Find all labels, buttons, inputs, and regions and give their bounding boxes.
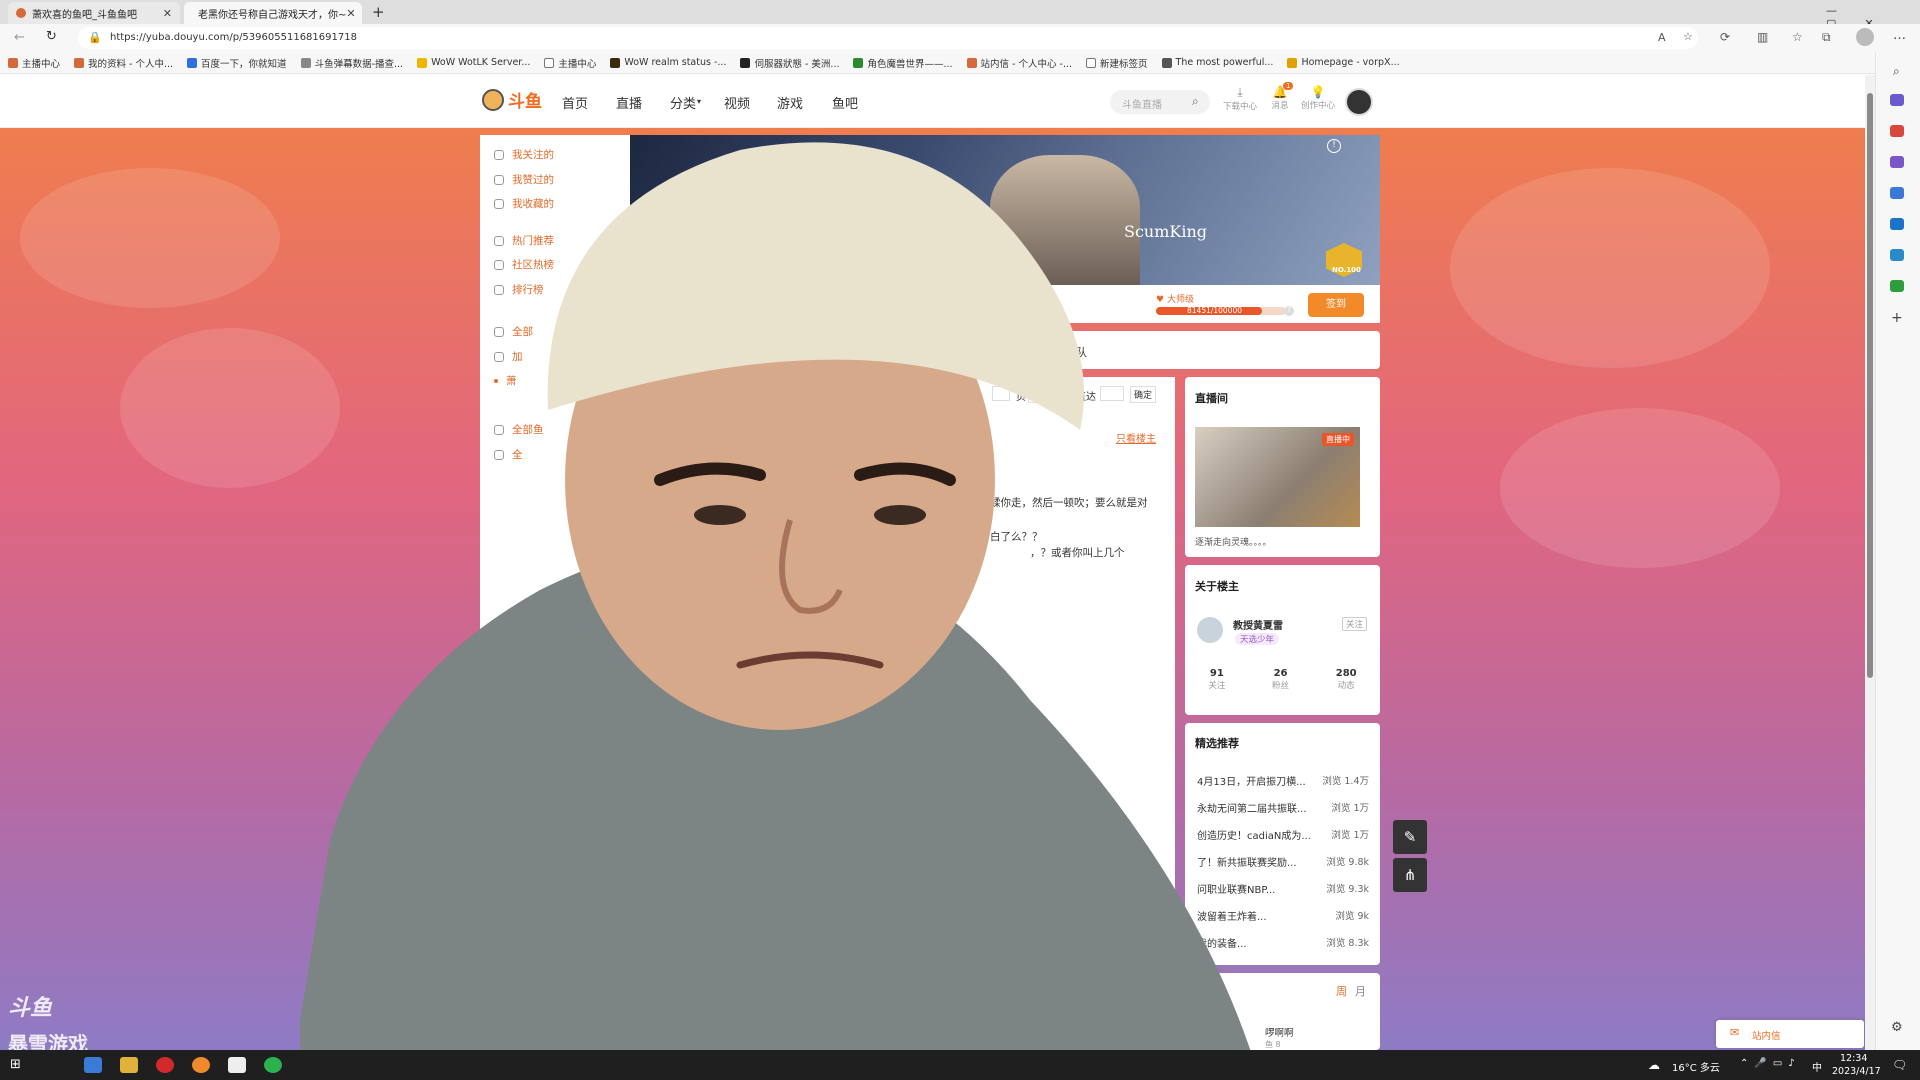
browser-tab-bar: 萧欢喜的鱼吧_斗鱼鱼吧 ✕ 老黑你还号称自己游戏天才，你~ ✕ + —▢✕ — [0, 0, 1920, 30]
bookmark-item[interactable]: 主播中心 — [544, 56, 596, 70]
download-icon: ⤓ — [1237, 85, 1243, 99]
app-icon[interactable] — [228, 1057, 246, 1073]
bookmark-item[interactable]: 斗鱼弹幕数据-播查... — [300, 56, 403, 70]
netease-music-icon[interactable] — [156, 1057, 174, 1073]
tab-title: 老黑你还号称自己游戏天才，你~ — [198, 9, 347, 21]
inbox-widget[interactable]: ✉ 站内信 — [1716, 1020, 1864, 1048]
bookmark-item[interactable]: 新建标签页 — [1086, 56, 1148, 70]
scrollbar-thumb[interactable] — [1867, 93, 1873, 678]
creator-center-button[interactable]: 💡 创作中心 — [1298, 85, 1338, 111]
douyu-favicon-icon — [16, 8, 26, 18]
nav-game[interactable]: 游戏 — [777, 93, 803, 112]
streamer-eye — [694, 505, 746, 525]
address-bar-row: ← ↻ 🔒 https://yuba.douyu.com/p/539605511… — [0, 24, 1920, 52]
clock-date[interactable]: 2023/4/17 — [1832, 1066, 1881, 1077]
lock-icon: 🔒 — [88, 31, 102, 44]
send-icon[interactable] — [1890, 249, 1904, 261]
browser-tab-active[interactable]: 老黑你还号称自己游戏天才，你~ ✕ — [184, 2, 362, 24]
nav-home[interactable]: 首页 — [562, 93, 588, 112]
collections-icon[interactable]: ⧉ — [1822, 30, 1831, 45]
page-scrollbar[interactable] — [1865, 75, 1875, 1050]
search-icon[interactable]: ⌕ — [1893, 64, 1900, 79]
people-icon[interactable] — [1890, 156, 1904, 168]
bookmark-item[interactable]: 主播中心 — [8, 56, 60, 70]
windows-taskbar: ⊞ ☁ 16°C 多云 ⌃🎤▭♪ 中 12:34 2023/4/17 🗨 — [0, 1050, 1920, 1080]
messages-button[interactable]: 🔔 消息 1 — [1266, 82, 1294, 111]
edit-post-button[interactable]: ✎ — [1393, 820, 1427, 854]
webcam-overlay — [300, 142, 1260, 1080]
gear-icon[interactable]: ⚙ — [1891, 1020, 1903, 1035]
more-menu-icon[interactable]: … — [1893, 28, 1906, 43]
share-button[interactable]: ⋔ — [1393, 858, 1427, 892]
clock-time[interactable]: 12:34 — [1840, 1053, 1867, 1064]
edit-icon: ✎ — [1403, 828, 1417, 846]
app-icon[interactable] — [192, 1057, 210, 1073]
split-screen-icon[interactable]: ▥ — [1757, 30, 1768, 44]
tree-icon[interactable] — [1890, 280, 1904, 292]
background-cloud — [20, 168, 280, 308]
read-aloud-icon[interactable]: A — [1658, 31, 1666, 44]
user-avatar[interactable] — [1345, 88, 1373, 116]
inbox-label: 站内信 — [1752, 1031, 1781, 1042]
download-center-button[interactable]: ⤓ 下载中心 — [1222, 85, 1258, 112]
refresh-icon[interactable]: ↻ — [46, 29, 57, 44]
weather-icon: ☁ — [1648, 1058, 1660, 1072]
nav-video[interactable]: 视频 — [724, 93, 750, 112]
add-icon[interactable]: + — [1891, 310, 1903, 326]
douyu-logo-icon — [482, 88, 504, 111]
chevron-down-icon: ▾ — [697, 97, 702, 106]
browser-taskbar-icon[interactable] — [84, 1057, 102, 1073]
file-explorer-icon[interactable] — [120, 1057, 138, 1073]
bookmark-item[interactable]: 百度一下，你就知道 — [187, 56, 287, 70]
windows-start-icon[interactable]: ⊞ — [10, 1057, 21, 1072]
bookmark-item[interactable]: WoW WotLK Server... — [417, 57, 530, 68]
bookmarks-bar: 主播中心 我的资料 - 个人中... 百度一下，你就知道 斗鱼弹幕数据-播查..… — [0, 52, 1920, 74]
background-cloud — [1450, 168, 1770, 368]
weather-text[interactable]: 16°C 多云 — [1672, 1059, 1720, 1074]
share-icon: ⋔ — [1403, 866, 1417, 884]
nav-yuba[interactable]: 鱼吧 — [832, 93, 858, 112]
search-icon[interactable]: ⌕ — [1192, 94, 1199, 109]
tray-icons[interactable]: ⌃🎤▭♪ — [1740, 1058, 1801, 1069]
notification-icon[interactable]: 🗨 — [1892, 1058, 1907, 1072]
url-text: https://yuba.douyu.com/p/539605511681691… — [110, 32, 357, 43]
nav-category[interactable]: 分类 — [670, 93, 696, 112]
favorite-star-icon[interactable]: ☆ — [1683, 30, 1693, 43]
bookmark-item[interactable]: 站内信 - 个人中心 -... — [966, 56, 1072, 70]
close-tab-icon[interactable]: ✕ — [163, 7, 172, 20]
bookmark-item[interactable]: The most powerful... — [1161, 57, 1273, 68]
profile-avatar-icon[interactable] — [1856, 28, 1874, 46]
browser-sidebar: ⌕ + ⚙ — [1875, 52, 1920, 1050]
tag-icon[interactable] — [1890, 94, 1904, 106]
site-logo[interactable]: 斗鱼 — [482, 87, 542, 112]
extensions-icon[interactable]: ⟳ — [1720, 30, 1730, 44]
address-field[interactable]: 🔒 https://yuba.douyu.com/p/5396055116816… — [78, 27, 1698, 49]
bookmark-item[interactable]: Homepage - vorpX... — [1287, 57, 1400, 68]
office-icon[interactable] — [1890, 187, 1904, 199]
mail-icon: ✉ — [1730, 1026, 1740, 1039]
bookmark-item[interactable]: 角色魔兽世界——... — [853, 56, 953, 70]
nav-live[interactable]: 直播 — [616, 93, 642, 112]
tab-title: 萧欢喜的鱼吧_斗鱼鱼吧 — [32, 9, 137, 21]
bookmark-item[interactable]: WoW realm status -... — [610, 57, 726, 68]
background-cloud — [1500, 408, 1780, 568]
bulb-icon: 💡 — [1310, 85, 1326, 99]
favorites-icon[interactable]: ☆ — [1792, 30, 1803, 44]
new-tab-icon[interactable]: + — [372, 3, 385, 21]
bookmark-item[interactable]: 伺服器狀態 - 美洲... — [740, 56, 839, 70]
bookmark-item[interactable]: 我的资料 - 个人中... — [74, 56, 173, 70]
browser-tab[interactable]: 萧欢喜的鱼吧_斗鱼鱼吧 ✕ — [8, 2, 180, 24]
toolbox-icon[interactable] — [1890, 125, 1904, 137]
wechat-icon[interactable] — [264, 1057, 282, 1073]
outlook-icon[interactable] — [1890, 218, 1904, 230]
back-icon[interactable]: ← — [14, 30, 25, 45]
streamer-eye — [874, 505, 926, 525]
ime-indicator[interactable]: 中 — [1812, 1059, 1822, 1074]
close-tab-icon[interactable]: ✕ — [346, 7, 355, 20]
site-search-input[interactable]: 斗鱼直播 ⌕ — [1110, 90, 1210, 114]
